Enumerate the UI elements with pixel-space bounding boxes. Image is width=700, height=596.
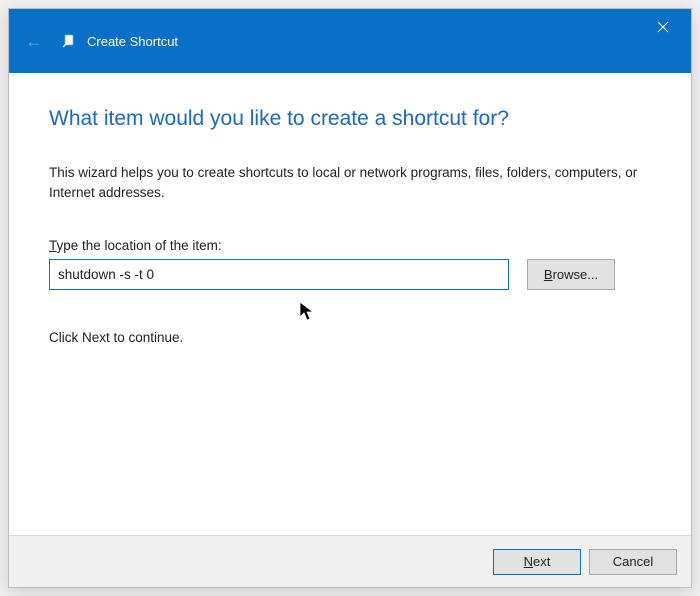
wizard-window: ← Create Shortcut What item would you li… — [8, 8, 692, 588]
location-label: Type the location of the item: — [49, 238, 651, 253]
wizard-content: What item would you like to create a sho… — [9, 73, 691, 535]
close-button[interactable] — [643, 13, 683, 41]
location-row: Browse... — [49, 259, 651, 290]
cancel-button[interactable]: Cancel — [589, 549, 677, 575]
titlebar: ← Create Shortcut — [9, 9, 691, 73]
shortcut-icon — [61, 33, 77, 49]
continue-text: Click Next to continue. — [49, 330, 651, 345]
titlebar-title: Create Shortcut — [87, 34, 178, 49]
page-description: This wizard helps you to create shortcut… — [49, 163, 639, 202]
location-input[interactable] — [49, 259, 509, 290]
cursor-icon — [299, 301, 317, 323]
close-icon — [657, 21, 669, 33]
browse-button[interactable]: Browse... — [527, 259, 615, 290]
back-arrow-icon: ← — [25, 31, 43, 52]
page-heading: What item would you like to create a sho… — [49, 107, 651, 131]
wizard-footer: Next Cancel — [9, 535, 691, 587]
next-button[interactable]: Next — [493, 549, 581, 575]
